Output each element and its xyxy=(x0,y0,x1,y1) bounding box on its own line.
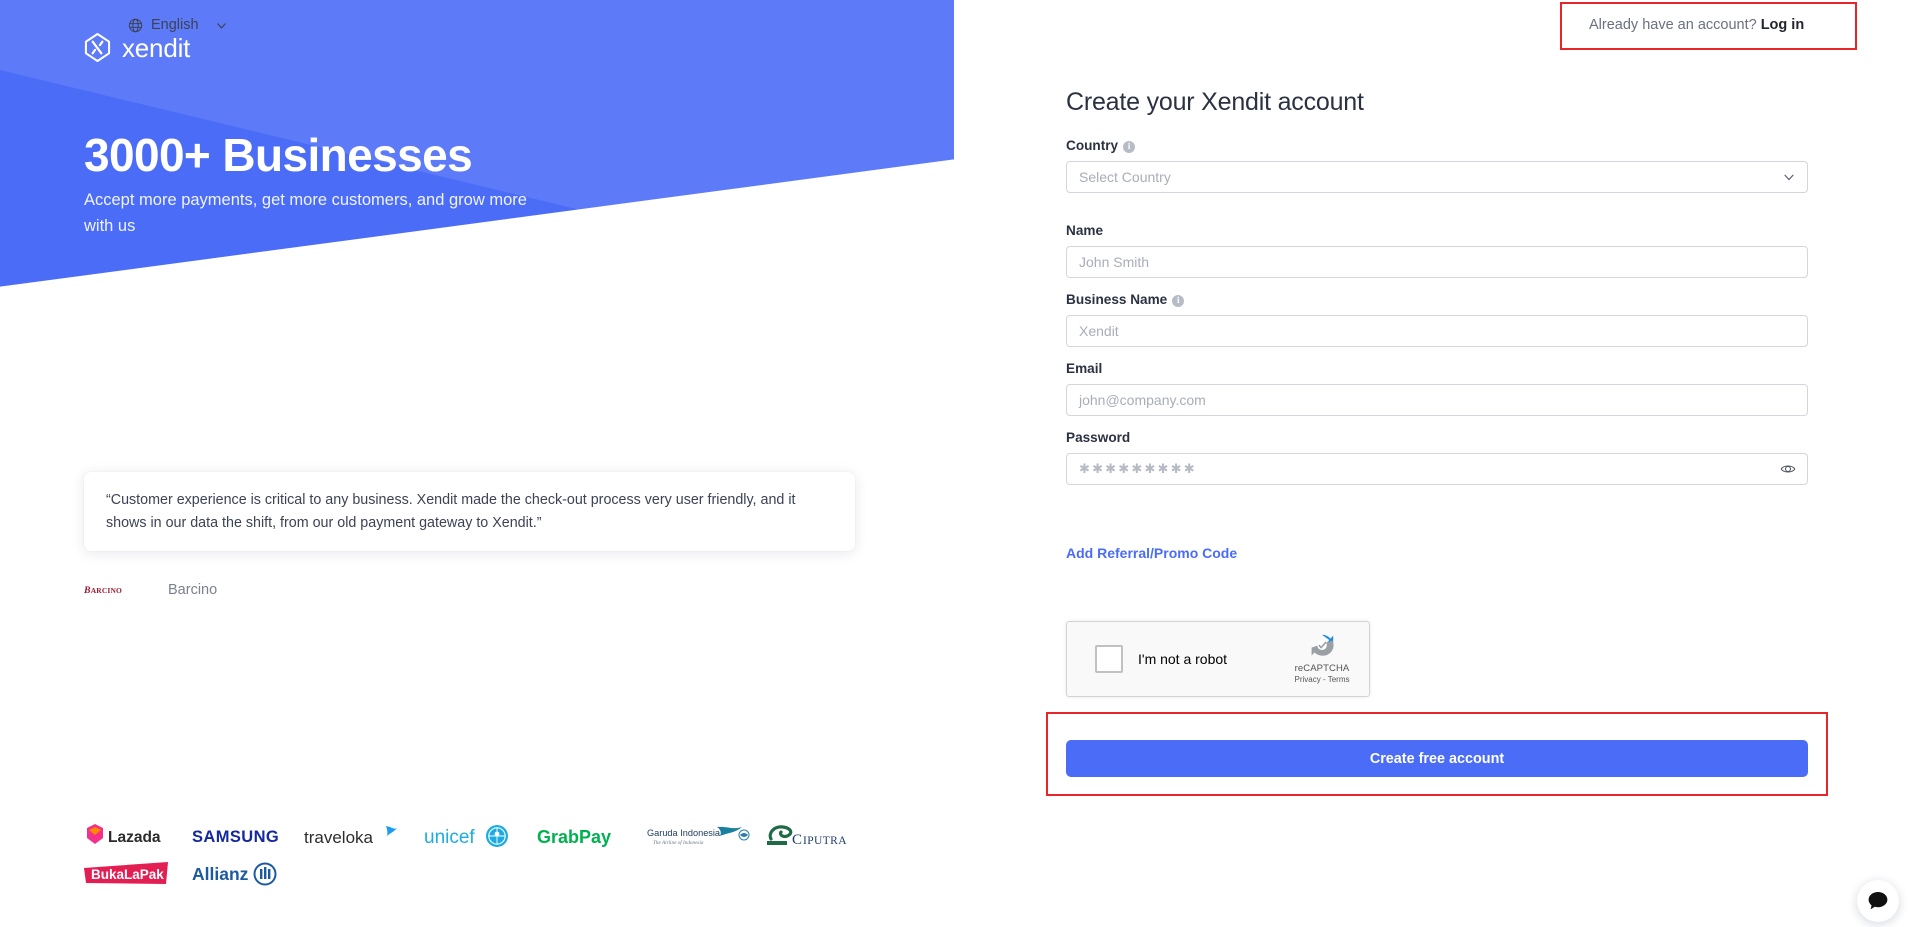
email-label: Email xyxy=(1066,361,1808,376)
language-selector[interactable]: English xyxy=(128,17,228,33)
client-logo-grabpay: GrabPay xyxy=(537,824,647,848)
login-prompt-text: Already have an account? xyxy=(1589,17,1757,33)
testimonial-company-name: Barcino xyxy=(168,582,218,598)
business-name-placeholder: Xendit xyxy=(1079,323,1119,339)
recaptcha-branding: reCAPTCHA Privacy - Terms xyxy=(1285,630,1359,684)
traveloka-logo: traveloka xyxy=(304,826,397,847)
client-logo-traveloka: traveloka xyxy=(304,824,424,848)
eye-icon[interactable] xyxy=(1780,461,1796,477)
bukalapak-logo: BukaLaPak xyxy=(84,862,168,884)
form-title: Create your Xendit account xyxy=(1066,88,1364,116)
country-select[interactable]: Select Country xyxy=(1066,161,1808,193)
xendit-logo-icon xyxy=(84,33,111,62)
business-name-input[interactable]: Xendit xyxy=(1066,315,1808,347)
svg-text:C: C xyxy=(792,832,802,848)
recaptcha-legal-links[interactable]: Privacy - Terms xyxy=(1285,675,1359,684)
allianz-logo: Allianz xyxy=(192,862,277,886)
email-label-text: Email xyxy=(1066,361,1103,376)
email-field-group: Email john@company.com xyxy=(1066,361,1808,416)
chevron-down-icon xyxy=(216,22,226,29)
client-logo-samsung: SAMSUNG xyxy=(192,825,304,847)
xendit-logo-text: xendit xyxy=(122,32,191,63)
client-logo-ciputra: C IPUTRA xyxy=(765,823,875,849)
svg-text:IPUTRA: IPUTRA xyxy=(803,835,847,847)
svg-text:B: B xyxy=(84,585,91,596)
chat-bubble-icon xyxy=(1868,892,1888,910)
garuda-indonesia-logo: Garuda Indonesia The Airline of Indonesi… xyxy=(647,826,750,846)
business-name-field-group: Business Name Xendit xyxy=(1066,292,1808,347)
info-icon[interactable] xyxy=(1172,294,1185,307)
recaptcha-widget[interactable]: I'm not a robot reCAPTCHA Privacy - Term… xyxy=(1066,621,1370,697)
client-logos-row-2: BukaLaPak Allianz xyxy=(82,860,882,888)
lazada-logo: Lazada xyxy=(87,824,161,846)
client-logo-lazada: Lazada xyxy=(82,823,192,849)
svg-text:The Airline of Indonesia: The Airline of Indonesia xyxy=(653,839,704,846)
recaptcha-checkbox[interactable] xyxy=(1095,645,1123,673)
create-free-account-button[interactable]: Create free account xyxy=(1066,740,1808,777)
svg-text:unicef: unicef xyxy=(424,827,475,848)
password-label-text: Password xyxy=(1066,430,1131,445)
unicef-logo: unicef xyxy=(424,825,508,848)
login-prompt[interactable]: Already have an account? Log in xyxy=(1589,17,1804,33)
svg-text:SAMSUNG: SAMSUNG xyxy=(192,828,279,846)
ciputra-logo: C IPUTRA xyxy=(767,825,847,848)
business-name-label: Business Name xyxy=(1066,292,1808,307)
globe-icon xyxy=(128,18,143,32)
client-logo-garuda-indonesia: Garuda Indonesia The Airline of Indonesi… xyxy=(647,822,765,850)
marketing-panel: xendit 3000+ Businesses Accept more paym… xyxy=(0,0,954,927)
chat-widget-button[interactable] xyxy=(1857,880,1899,922)
svg-text:ARCINO: ARCINO xyxy=(91,586,122,595)
client-logos-row-1: Lazada SAMSUNG traveloka unicef GrabPay … xyxy=(82,822,882,850)
testimonial-card: “Customer experience is critical to any … xyxy=(84,472,855,551)
info-icon[interactable] xyxy=(1123,140,1136,153)
signup-page: xendit 3000+ Businesses Accept more paym… xyxy=(0,0,1909,927)
recaptcha-brand-name: reCAPTCHA xyxy=(1294,663,1350,674)
business-name-label-text: Business Name xyxy=(1066,292,1168,307)
country-label-text: Country xyxy=(1066,138,1119,153)
svg-text:BukaLaPak: BukaLaPak xyxy=(91,867,164,882)
client-logos: Lazada SAMSUNG traveloka unicef GrabPay … xyxy=(82,822,882,888)
grabpay-logo: GrabPay xyxy=(537,827,611,847)
password-placeholder: ✱✱✱✱✱✱✱✱✱ xyxy=(1079,461,1197,476)
testimonial-quote: “Customer experience is critical to any … xyxy=(106,492,796,532)
name-label: Name xyxy=(1066,223,1808,238)
client-logo-unicef: unicef xyxy=(424,823,537,849)
barcino-logo: B ARCINO xyxy=(84,585,122,596)
svg-text:Allianz: Allianz xyxy=(192,864,249,884)
country-field-group: Country Select Country xyxy=(1066,138,1808,193)
svg-text:Garuda Indonesia: Garuda Indonesia xyxy=(647,828,721,838)
svg-text:Lazada: Lazada xyxy=(108,829,161,846)
xendit-logo[interactable]: xendit xyxy=(84,33,190,62)
recaptcha-logo-icon xyxy=(1311,634,1334,656)
recaptcha-label: I'm not a robot xyxy=(1138,651,1228,667)
login-link[interactable]: Log in xyxy=(1761,17,1805,33)
testimonial-attribution: B ARCINO Barcino xyxy=(84,580,217,600)
password-input[interactable]: ✱✱✱✱✱✱✱✱✱ xyxy=(1066,453,1808,485)
country-label: Country xyxy=(1066,138,1808,153)
samsung-logo: SAMSUNG xyxy=(192,828,279,846)
client-logo-bukalapak: BukaLaPak xyxy=(82,860,192,888)
name-placeholder: John Smith xyxy=(1079,254,1150,270)
name-input[interactable]: John Smith xyxy=(1066,246,1808,278)
marketing-headline: 3000+ Businesses xyxy=(84,129,473,181)
email-input[interactable]: john@company.com xyxy=(1066,384,1808,416)
svg-text:traveloka: traveloka xyxy=(304,828,374,847)
password-label: Password xyxy=(1066,430,1808,445)
password-field-group: Password ✱✱✱✱✱✱✱✱✱ xyxy=(1066,430,1808,485)
language-label: English xyxy=(151,17,199,33)
chevron-down-icon xyxy=(1784,174,1794,181)
svg-text:GrabPay: GrabPay xyxy=(537,827,611,847)
country-placeholder: Select Country xyxy=(1079,169,1171,185)
marketing-subheadline: Accept more payments, get more customers… xyxy=(84,191,527,235)
email-placeholder: john@company.com xyxy=(1079,392,1206,408)
referral-promo-link[interactable]: Add Referral/Promo Code xyxy=(1066,545,1237,561)
name-field-group: Name John Smith xyxy=(1066,223,1808,278)
name-label-text: Name xyxy=(1066,223,1104,238)
client-logo-allianz: Allianz xyxy=(192,861,310,887)
